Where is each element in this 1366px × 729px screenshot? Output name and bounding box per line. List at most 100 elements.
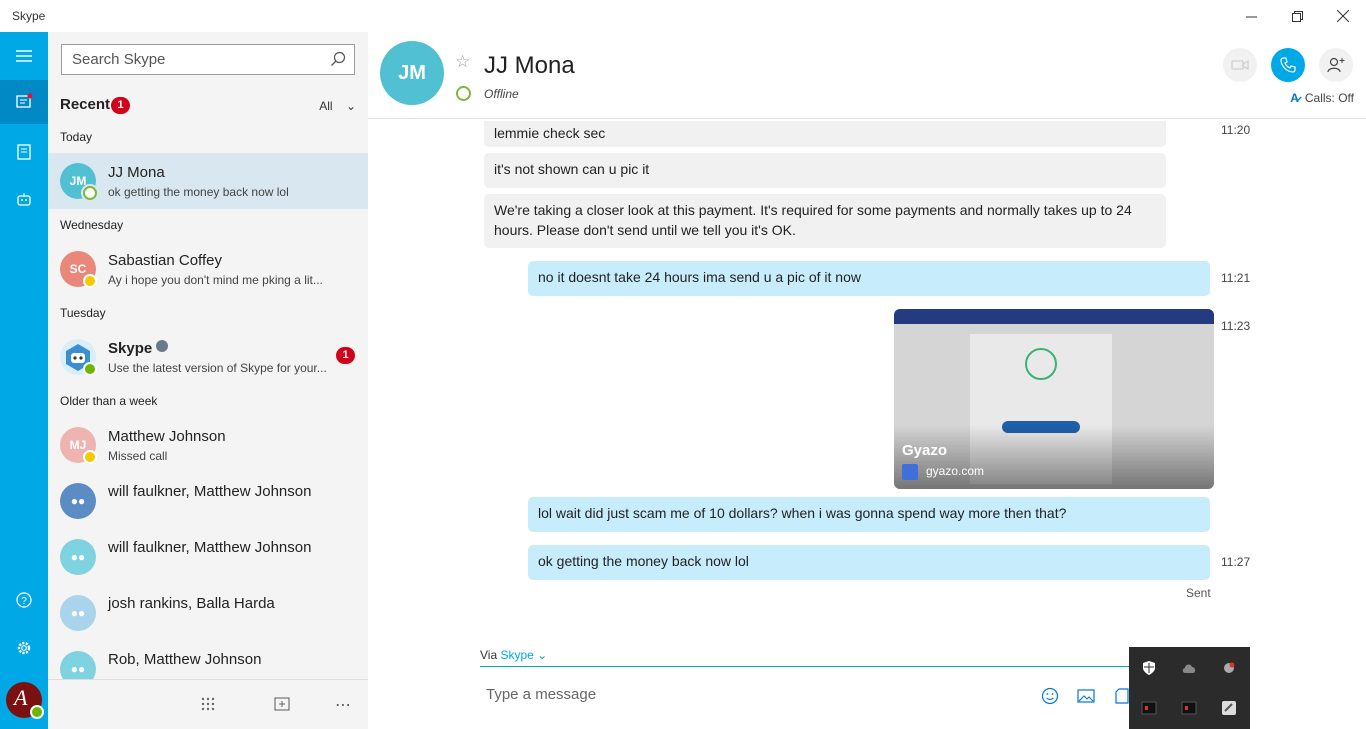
calls-label: Calls: Off <box>1304 91 1354 105</box>
group-avatar: ●● <box>60 651 96 679</box>
profile-avatar-glyph: A <box>14 685 28 710</box>
offline-presence-icon <box>456 86 471 101</box>
message-bubble[interactable]: We're taking a closer look at this payme… <box>484 194 1166 248</box>
group-icon: ●● <box>70 494 86 508</box>
emoji-button[interactable] <box>1040 686 1060 706</box>
restore-button[interactable] <box>1274 0 1320 32</box>
chat-header: JM ☆ JJ Mona Offline A̷ Calls: Off <box>368 32 1366 119</box>
message-time: 11:20 <box>1221 123 1251 137</box>
gyazo-icon <box>902 464 918 480</box>
message-time: 11:27 <box>1221 555 1251 569</box>
message-time: 11:21 <box>1221 271 1251 285</box>
message-bubble[interactable]: it's not shown can u pic it <box>484 153 1166 188</box>
chat-avatar[interactable]: JM <box>380 41 444 105</box>
network-icon[interactable] <box>1221 660 1237 676</box>
dialpad-button[interactable] <box>197 694 219 716</box>
group-icon: ●● <box>70 550 86 564</box>
search-icon[interactable] <box>330 51 346 67</box>
search-box[interactable] <box>61 44 355 75</box>
profile-avatar[interactable]: A <box>6 682 44 719</box>
message-bubble[interactable]: ok getting the money back now lol <box>528 545 1210 580</box>
search-input[interactable] <box>62 45 322 74</box>
send-image-button[interactable] <box>1076 686 1096 706</box>
contact-item[interactable]: SC Sabastian Coffey Ay i hope you don't … <box>48 241 368 297</box>
recent-title: Recent <box>60 96 111 113</box>
svg-text:?: ? <box>21 596 27 607</box>
contact-item[interactable]: ●● Rob, Matthew Johnson <box>48 641 368 679</box>
online-presence-icon <box>30 705 44 719</box>
gyazo-tray-icon[interactable] <box>1221 700 1237 716</box>
monitor-app-icon[interactable] <box>1141 700 1157 716</box>
new-chat-button[interactable] <box>271 694 293 716</box>
rail-contacts-button[interactable] <box>0 130 48 174</box>
contact-item[interactable]: ●● josh rankins, Balla Harda <box>48 585 368 641</box>
contact-name: Rob, Matthew Johnson <box>108 651 262 668</box>
menu-button[interactable] <box>0 34 48 78</box>
title-bar: Skype <box>0 0 1366 32</box>
contact-item[interactable]: Skype Use the latest version of Skype fo… <box>48 329 368 385</box>
contact-name: Sabastian Coffey <box>108 252 222 269</box>
audio-call-button[interactable] <box>1271 48 1305 82</box>
file-icon <box>1115 688 1129 704</box>
message-input[interactable] <box>486 686 1006 703</box>
cloud-icon[interactable] <box>1181 660 1197 676</box>
offline-presence-icon <box>83 186 97 200</box>
contact-list-panel: Recent 1 All ⌄ Today JM JJ Mona ok getti… <box>48 32 368 729</box>
chevron-down-icon: ⌄ <box>537 648 548 662</box>
online-presence-icon <box>83 362 97 376</box>
monitor-app-icon[interactable] <box>1181 700 1197 716</box>
contact-name: Skype <box>108 340 169 357</box>
close-button[interactable] <box>1320 0 1366 32</box>
rail-chats-button[interactable] <box>0 80 48 124</box>
minimize-icon <box>1245 16 1257 17</box>
gear-icon <box>17 641 31 655</box>
chat-contact-name[interactable]: JJ Mona <box>484 52 575 80</box>
calls-status[interactable]: A̷ Calls: Off <box>1290 91 1354 105</box>
contact-name: will faulkner, Matthew Johnson <box>108 483 312 500</box>
section-tuesday: Tuesday <box>60 306 106 320</box>
rail-bots-button[interactable] <box>0 178 48 222</box>
contact-item[interactable]: ●● will faulkner, Matthew Johnson <box>48 473 368 529</box>
section-wednesday: Wednesday <box>60 218 124 232</box>
recent-filter-dropdown[interactable]: All ⌄ <box>319 99 356 113</box>
system-tray-popup <box>1129 647 1250 729</box>
chat-status: Offline <box>484 87 519 101</box>
preview-site: gyazo.com <box>926 464 985 478</box>
contact-item[interactable]: MJ Matthew Johnson Missed call <box>48 417 368 473</box>
link-preview-card[interactable]: Gyazo gyazo.com <box>894 309 1214 489</box>
group-icon: ●● <box>70 606 86 620</box>
contact-preview: Ay i hope you don't mind me pking a lit.… <box>108 273 323 287</box>
translate-icon: A̷ <box>1290 91 1299 105</box>
contact-name: Matthew Johnson <box>108 428 226 445</box>
message-bubble[interactable]: lol wait did just scam me of 10 dollars?… <box>528 497 1210 532</box>
via-service[interactable]: Skype <box>500 648 533 662</box>
compose-area[interactable] <box>486 686 1006 703</box>
close-icon <box>1337 10 1349 22</box>
message-bubble[interactable]: no it doesnt take 24 hours ima send u a … <box>528 261 1210 296</box>
app-title: Skype <box>12 9 46 23</box>
recent-filter-label: All <box>319 99 333 113</box>
video-call-button[interactable] <box>1223 48 1257 82</box>
hamburger-icon <box>16 50 32 62</box>
settings-button[interactable] <box>0 626 48 670</box>
phone-icon <box>1280 57 1296 73</box>
recent-unread-badge: 1 <box>111 97 130 114</box>
shield-icon[interactable] <box>1141 660 1157 676</box>
message-time: 11:23 <box>1221 319 1251 333</box>
help-button[interactable]: ? <box>0 578 48 622</box>
more-options-button[interactable]: ⋯ <box>332 694 354 716</box>
minimize-button[interactable] <box>1228 0 1274 32</box>
group-avatar: ●● <box>60 595 96 631</box>
add-person-icon <box>1327 57 1345 73</box>
contact-name: will faulkner, Matthew Johnson <box>108 539 312 556</box>
contact-name: JJ Mona <box>108 164 165 181</box>
nav-rail: ? A <box>0 32 48 729</box>
add-people-button[interactable] <box>1319 48 1353 82</box>
verified-icon <box>156 340 169 352</box>
contact-item[interactable]: JM JJ Mona ok getting the money back now… <box>48 153 368 209</box>
contact-item[interactable]: ●● will faulkner, Matthew Johnson <box>48 529 368 585</box>
message-bubble[interactable]: lemmie check sec <box>484 121 1166 147</box>
new-chat-icon <box>274 697 290 711</box>
more-icon: ⋯ <box>335 697 351 714</box>
favorite-star-icon[interactable]: ☆ <box>455 52 470 72</box>
